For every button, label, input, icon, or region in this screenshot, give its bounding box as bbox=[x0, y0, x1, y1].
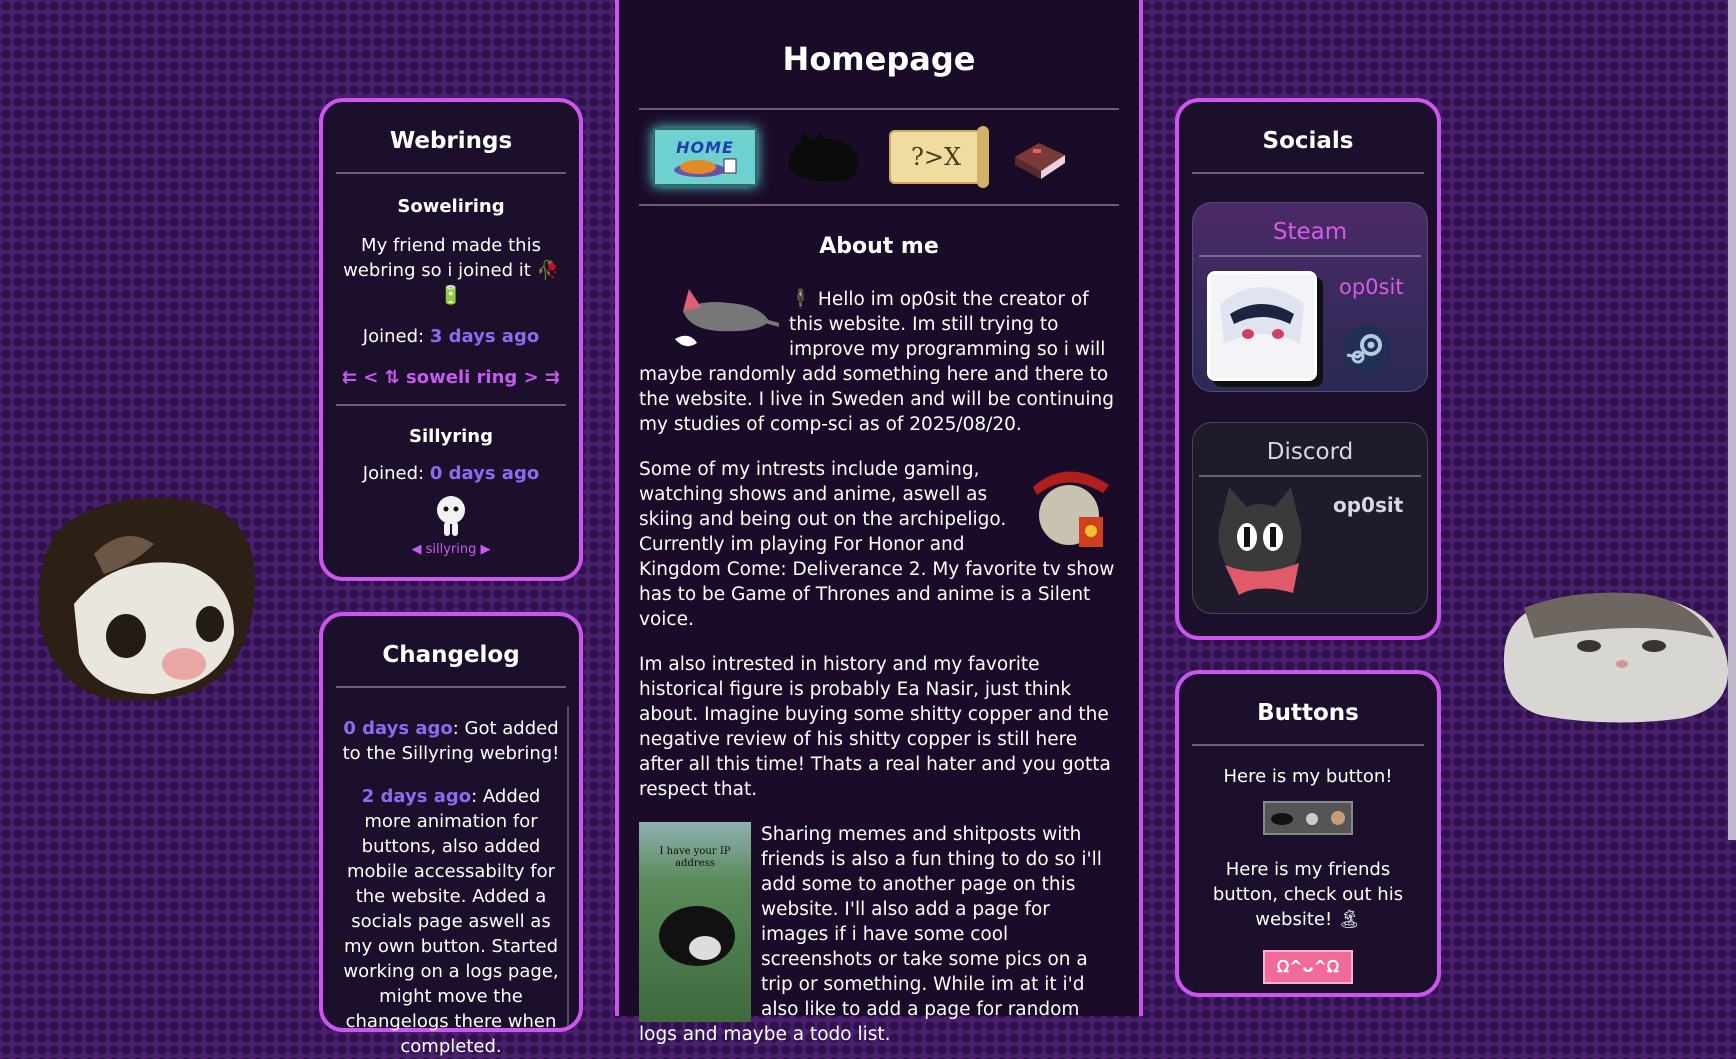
webrings-divider bbox=[336, 404, 566, 406]
friend-website-button[interactable]: ᘯ^ᴗ^ᘯ bbox=[1263, 950, 1353, 984]
steam-avatar bbox=[1207, 271, 1317, 381]
right-cat-image bbox=[1494, 588, 1732, 726]
my-website-button[interactable] bbox=[1263, 801, 1353, 835]
black-cat-icon bbox=[1271, 813, 1294, 825]
soweliring-description: My friend made this webring so i joined … bbox=[343, 235, 559, 306]
helmet-icon bbox=[1305, 813, 1318, 825]
scroll-nav-button[interactable]: ?>X bbox=[889, 126, 989, 188]
sillyring-navigation[interactable]: ◀ sillyring ▶ bbox=[336, 542, 566, 557]
buttons-heading: Buttons bbox=[1192, 674, 1424, 746]
page-title: Homepage bbox=[782, 40, 976, 78]
sillyring-joined: Joined: 0 days ago bbox=[362, 463, 540, 484]
book-icon bbox=[1015, 143, 1065, 179]
soweliring-navigation[interactable]: ⇇ < ⇅ soweli ring > ⇉ bbox=[336, 367, 566, 388]
friend-button-label: Here is my friends button, check out his… bbox=[1212, 859, 1404, 930]
soweliring-joined-date: 3 days ago bbox=[429, 326, 540, 347]
meme-caption: I have your IP address bbox=[659, 846, 731, 869]
main-content: Homepage HOME ?>X About me 🕴 Hello im op… bbox=[615, 0, 1143, 1045]
home-nav-label: HOME bbox=[676, 137, 734, 157]
steam-title: Steam bbox=[1199, 203, 1421, 257]
book-nav-button[interactable] bbox=[1009, 127, 1069, 187]
left-cat-image bbox=[34, 494, 260, 706]
changelog-entry-date: 2 days ago bbox=[361, 786, 472, 807]
scroll-nav-label: ?>X bbox=[910, 143, 962, 171]
discord-title: Discord bbox=[1199, 423, 1421, 477]
discord-username[interactable]: op0sit bbox=[1333, 493, 1403, 517]
meme-black-cat bbox=[659, 906, 735, 966]
webrings-heading: Webrings bbox=[336, 102, 566, 174]
changelog-heading: Changelog bbox=[336, 616, 566, 688]
steam-username[interactable]: op0sit bbox=[1339, 275, 1404, 299]
discord-avatar bbox=[1209, 483, 1313, 603]
changelog-entry: 2 days ago: Added more animation for but… bbox=[343, 786, 559, 1057]
roman-helmet-sticker bbox=[1033, 471, 1109, 547]
home-nav-button[interactable]: HOME bbox=[653, 128, 757, 186]
discord-card[interactable]: Discord op0sit bbox=[1192, 422, 1428, 614]
changelog-entry-date: 0 days ago bbox=[343, 718, 453, 739]
gray-cat-sticker bbox=[675, 289, 779, 347]
sillyring-mascot-icon bbox=[336, 494, 566, 542]
buttons-panel: Buttons Here is my button! Here is my fr… bbox=[1175, 670, 1441, 997]
my-button-label: Here is my button! bbox=[1223, 766, 1393, 787]
sillyring-joined-date: 0 days ago bbox=[429, 463, 540, 484]
changelog-scrollbar[interactable] bbox=[567, 706, 569, 1026]
black-cat-icon bbox=[788, 131, 859, 182]
avatar-icon bbox=[1330, 811, 1345, 825]
black-cat-nav-button[interactable] bbox=[783, 127, 863, 187]
soweliring-title: Soweliring bbox=[397, 196, 505, 217]
sleeping-cat-icon bbox=[674, 158, 737, 177]
about-heading: About me bbox=[819, 234, 939, 259]
sillyring-title: Sillyring bbox=[409, 426, 493, 447]
steam-icon[interactable] bbox=[1343, 325, 1391, 373]
socials-panel: Socials Steam op0sit Discord op0sit bbox=[1175, 98, 1441, 640]
socials-heading: Socials bbox=[1192, 102, 1424, 174]
scroll-roll bbox=[977, 126, 989, 188]
about-paragraph-3: Im also intrested in history and my favo… bbox=[639, 654, 1111, 800]
webrings-panel: Webrings Soweliring My friend made this … bbox=[319, 98, 583, 581]
soweliring-joined: Joined: 3 days ago bbox=[362, 326, 540, 347]
meme-image: I have your IP address bbox=[639, 822, 751, 1022]
about-paragraph-1: 🕴 Hello im op0sit the creator of this we… bbox=[639, 287, 1119, 437]
steam-card[interactable]: Steam op0sit bbox=[1192, 202, 1428, 392]
changelog-entry: 0 days ago: Got added to the Sillyring w… bbox=[342, 718, 560, 764]
about-paragraph-4: I have your IP address Sharing memes and… bbox=[639, 822, 1102, 1045]
nav-buttons-row: HOME ?>X bbox=[639, 108, 1119, 206]
changelog-panel: Changelog 0 days ago: Got added to the S… bbox=[319, 612, 583, 1057]
about-paragraph-2: Some of my intrests include gaming, watc… bbox=[639, 459, 1115, 630]
friend-button-text: ᘯ^ᴗ^ᘯ bbox=[1276, 957, 1340, 976]
page-scrollbar[interactable] bbox=[1728, 0, 1736, 840]
